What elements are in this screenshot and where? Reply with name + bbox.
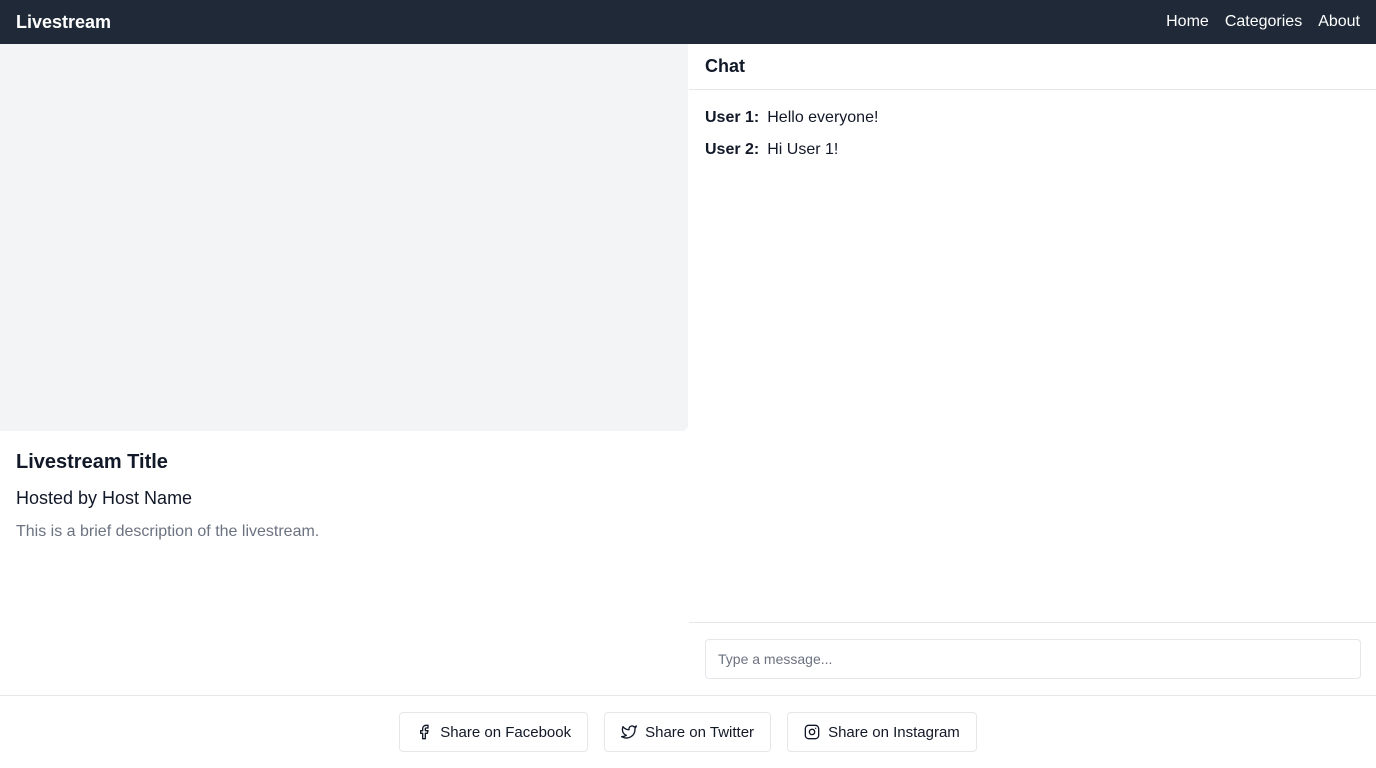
share-instagram-label: Share on Instagram	[828, 723, 960, 741]
facebook-icon	[416, 724, 432, 740]
stream-description: This is a brief description of the lives…	[16, 523, 320, 540]
stream-info: Livestream Title Hosted by Host Name Thi…	[0, 431, 688, 561]
share-twitter-label: Share on Twitter	[645, 723, 755, 741]
navbar: Livestream Home Categories About	[0, 0, 1376, 44]
stream-host: Hosted by Host Name	[16, 488, 193, 508]
video-player[interactable]	[0, 44, 688, 431]
chat-message: User 2: Hi User 1!	[705, 140, 1360, 160]
chat-messages: User 1: Hello everyone! User 2: Hi User 1!	[689, 90, 1376, 622]
chat-username: User 2:	[705, 141, 760, 158]
share-twitter-button[interactable]: Share on Twitter	[604, 712, 772, 752]
chat-panel: Chat User 1: Hello everyone! User 2: Hi Us…	[688, 44, 1376, 695]
share-bar: Share on Facebook Share on Twitter Share…	[0, 695, 1376, 768]
chat-header: Chat	[689, 44, 1376, 90]
brand-logo[interactable]: Livestream	[16, 12, 111, 33]
share-facebook-button[interactable]: Share on Facebook	[399, 712, 589, 752]
instagram-icon	[804, 724, 820, 740]
chat-message-input[interactable]	[705, 639, 1361, 679]
nav-link-home[interactable]: Home	[1166, 13, 1209, 31]
share-facebook-label: Share on Facebook	[440, 723, 572, 741]
nav-links: Home Categories About	[1166, 13, 1360, 31]
chat-input-area	[689, 622, 1376, 695]
chat-username: User 1:	[705, 109, 760, 126]
stream-title: Livestream Title	[16, 451, 168, 473]
chat-text: Hello everyone!	[767, 109, 879, 126]
chat-message: User 1: Hello everyone!	[705, 108, 1360, 128]
nav-link-categories[interactable]: Categories	[1225, 13, 1302, 31]
nav-link-about[interactable]: About	[1318, 13, 1360, 31]
main-content: Livestream Title Hosted by Host Name Thi…	[0, 44, 1376, 695]
twitter-icon	[621, 724, 638, 740]
stream-section: Livestream Title Hosted by Host Name Thi…	[0, 44, 688, 695]
chat-text: Hi User 1!	[767, 141, 839, 158]
share-instagram-button[interactable]: Share on Instagram	[787, 712, 977, 752]
